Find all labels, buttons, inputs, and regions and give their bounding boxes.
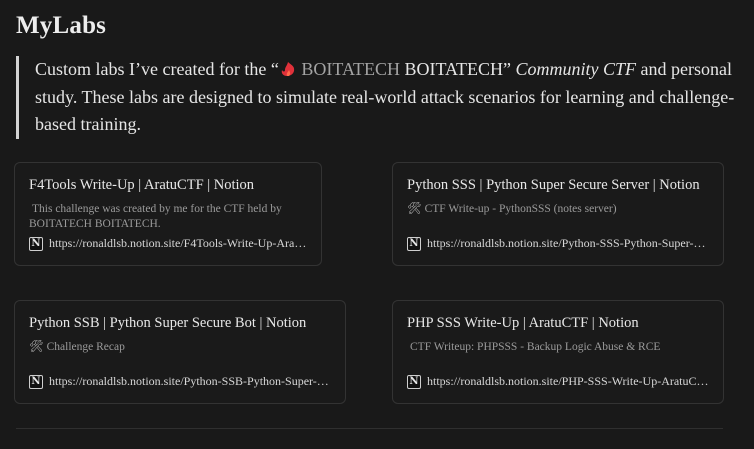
intro-text-before: Custom labs I’ve created for the “ xyxy=(35,59,279,79)
card-title: Python SSB | Python Super Secure Bot | N… xyxy=(29,315,307,331)
card-title: PHP SSS Write-Up | AratuCTF | Notion xyxy=(407,315,639,331)
card-title: F4Tools Write-Up | AratuCTF | Notion xyxy=(29,177,255,193)
bookmark-card-php-sss[interactable]: PHP SSS Write-Up | AratuCTF | Notion CTF… xyxy=(392,300,724,404)
fire-dragon-icon xyxy=(281,62,295,76)
bookmark-card-python-ssb[interactable]: Python SSB | Python Super Secure Bot | N… xyxy=(14,300,346,404)
section-divider xyxy=(16,428,723,429)
card-url: https://ronaldlsb.notion.site/F4Tools-Wr… xyxy=(49,236,307,250)
intro-emphasis: Community CTF xyxy=(515,59,637,79)
notion-icon: N xyxy=(407,374,421,389)
card-url: https://ronaldlsb.notion.site/PHP-SSS-Wr… xyxy=(427,374,709,388)
card-description: This challenge was created by me for the… xyxy=(29,202,307,232)
card-url: https://ronaldlsb.notion.site/Python-SSS… xyxy=(427,236,709,250)
card-link[interactable]: N https://ronaldlsb.notion.site/PHP-SSS-… xyxy=(407,374,709,389)
brand-name-muted: BOITATECH xyxy=(301,59,400,79)
card-description-text: This challenge was created by me for the… xyxy=(29,203,282,230)
brand-name: BOITATECH xyxy=(404,59,504,79)
card-description: 🛠 Challenge Recap xyxy=(29,340,331,370)
intro-quote: Custom labs I’ve created for the “ BOITA… xyxy=(16,56,735,139)
card-link[interactable]: N https://ronaldlsb.notion.site/F4Tools-… xyxy=(29,236,307,251)
card-link[interactable]: N https://ronaldlsb.notion.site/Python-S… xyxy=(407,236,709,251)
quote-close: ” xyxy=(503,59,512,79)
card-description-text: CTF Writeup: PHPSSS - Backup Logic Abuse… xyxy=(410,341,661,353)
notion-icon: N xyxy=(29,374,43,389)
card-description-text: Challenge Recap xyxy=(46,341,125,353)
card-link[interactable]: N https://ronaldlsb.notion.site/Python-S… xyxy=(29,374,331,389)
bookmark-card-python-sss[interactable]: Python SSS | Python Super Secure Server … xyxy=(392,162,724,266)
hammer-wrench-icon: 🛠 xyxy=(29,341,44,353)
page-title: MyLabs xyxy=(16,12,107,39)
notion-icon: N xyxy=(407,236,421,251)
card-description-text: CTF Write-up - PythonSSS (notes server) xyxy=(424,203,617,215)
card-description: 🛠 CTF Write-up - PythonSSS (notes server) xyxy=(407,202,709,232)
card-title: Python SSS | Python Super Secure Server … xyxy=(407,177,700,193)
card-url: https://ronaldlsb.notion.site/Python-SSB… xyxy=(49,374,331,388)
bookmark-card-f4tools[interactable]: F4Tools Write-Up | AratuCTF | Notion Thi… xyxy=(14,162,322,266)
hammer-wrench-icon: 🛠 xyxy=(407,203,422,215)
card-description: CTF Writeup: PHPSSS - Backup Logic Abuse… xyxy=(407,340,709,370)
notion-icon: N xyxy=(29,236,43,251)
